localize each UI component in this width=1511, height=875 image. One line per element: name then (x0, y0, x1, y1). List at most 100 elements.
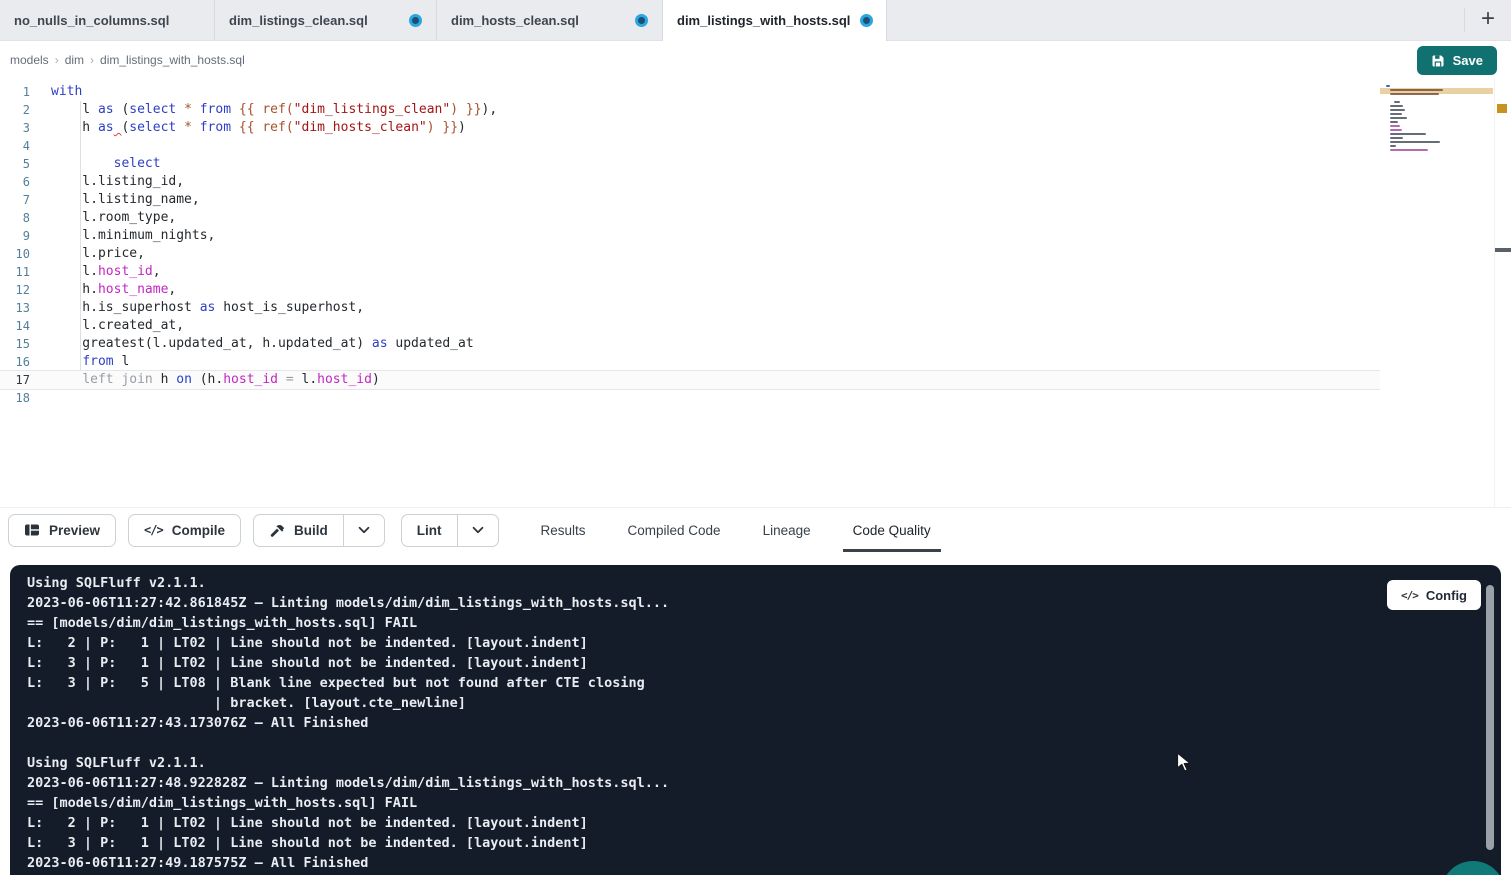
code-line[interactable]: 1 with (0, 83, 1511, 101)
minimap-line (1390, 141, 1440, 143)
code-line[interactable]: 12 h.host_name, (0, 281, 1511, 299)
minimap-line (1390, 113, 1402, 115)
minimap-line (1390, 89, 1443, 91)
minimap[interactable] (1386, 85, 1491, 175)
code-line[interactable]: 6 l.listing_id, (0, 173, 1511, 191)
preview-button[interactable]: Preview (8, 514, 116, 547)
code-text: h.host_name, (51, 281, 176, 299)
tab-label: dim_listings_with_hosts.sql (677, 13, 850, 28)
lint-button[interactable]: Lint (401, 514, 457, 547)
tab-no_nulls_in_columns[interactable]: no_nulls_in_columns.sql (0, 0, 215, 40)
lint-label: Lint (417, 523, 442, 538)
line-number: 9 (0, 227, 30, 245)
save-button[interactable]: Save (1417, 46, 1497, 75)
code-text: l.host_id, (51, 263, 161, 281)
code-line[interactable]: 4 (0, 137, 1511, 155)
tab-compiled-code[interactable]: Compiled Code (626, 508, 723, 552)
breadcrumb-item: models (10, 53, 49, 67)
code-line[interactable]: 10 l.price, (0, 245, 1511, 263)
preview-label: Preview (49, 523, 100, 538)
code-text: with (51, 83, 82, 101)
terminal-line: L: 3 | P: 5 | LT08 | Blank line expected… (27, 673, 1501, 693)
config-button[interactable]: </> Config (1387, 580, 1481, 610)
terminal-line: 2023-06-06T11:27:48.922828Z — Linting mo… (27, 773, 1501, 793)
save-label: Save (1453, 53, 1483, 68)
terminal-scrollbar[interactable] (1486, 585, 1494, 850)
code-line[interactable]: 5 select (0, 155, 1511, 173)
minimap-line (1394, 101, 1400, 103)
terminal-output: Using SQLFluff v2.1.1.2023-06-06T11:27:4… (10, 565, 1501, 873)
code-text: select (51, 155, 161, 173)
code-lines: 1 with2 l as (select * from {{ ref("dim_l… (0, 79, 1511, 407)
code-text: l.listing_id, (51, 173, 184, 191)
terminal-line: 2023-06-06T11:27:43.173076Z — All Finish… (27, 713, 1501, 733)
terminal-panel: Using SQLFluff v2.1.1.2023-06-06T11:27:4… (10, 565, 1501, 875)
build-label: Build (294, 523, 328, 538)
breadcrumb-item: dim (65, 53, 84, 67)
code-line[interactable]: 7 l.listing_name, (0, 191, 1511, 209)
code-line[interactable]: 3 h as (select * from {{ ref("dim_hosts_… (0, 119, 1511, 137)
line-number: 1 (0, 83, 30, 101)
code-line[interactable]: 15 greatest(l.updated_at, h.updated_at) … (0, 335, 1511, 353)
tab-code-quality[interactable]: Code Quality (851, 508, 933, 552)
panel-tabs: Results Compiled Code Lineage Code Quality (539, 508, 933, 552)
tab-label: dim_listings_clean.sql (229, 13, 368, 28)
code-text: left join h on (h.host_id = l.host_id) (51, 371, 380, 389)
minimap-line (1390, 133, 1426, 135)
unsaved-changes-icon (860, 14, 873, 27)
code-line[interactable]: 18 (0, 389, 1511, 407)
minimap-line (1390, 145, 1396, 147)
lint-dropdown-button[interactable] (457, 514, 499, 547)
code-line[interactable]: 11 l.host_id, (0, 263, 1511, 281)
line-number: 17 (0, 371, 30, 389)
code-text: l.room_type, (51, 209, 176, 227)
minimap-line (1390, 117, 1407, 119)
line-number: 12 (0, 281, 30, 299)
terminal-line: L: 3 | P: 1 | LT02 | Line should not be … (27, 653, 1501, 673)
build-dropdown-button[interactable] (343, 514, 385, 547)
dbt-ide-window: no_nulls_in_columns.sql dim_listings_clea… (0, 0, 1511, 875)
tab-lineage[interactable]: Lineage (761, 508, 813, 552)
line-number: 11 (0, 263, 30, 281)
tab-strip: no_nulls_in_columns.sql dim_listings_clea… (0, 0, 887, 40)
terminal-line: 2023-06-06T11:27:49.187575Z — All Finish… (27, 853, 1501, 873)
breadcrumb: models›dim›dim_listings_with_hosts.sql (10, 53, 245, 67)
line-number: 5 (0, 155, 30, 173)
tab-label: no_nulls_in_columns.sql (14, 13, 169, 28)
code-line[interactable]: 2 l as (select * from {{ ref("dim_listin… (0, 101, 1511, 119)
code-line[interactable]: 16 from l (0, 353, 1511, 371)
code-line[interactable]: 8 l.room_type, (0, 209, 1511, 227)
code-text: l.price, (51, 245, 145, 263)
terminal-line: Using SQLFluff v2.1.1. (27, 753, 1501, 773)
line-number: 3 (0, 119, 30, 137)
minimap-line (1390, 149, 1428, 151)
terminal-line: L: 2 | P: 1 | LT02 | Line should not be … (27, 813, 1501, 833)
code-line[interactable]: 14 l.created_at, (0, 317, 1511, 335)
minimap-line (1390, 125, 1400, 127)
tab-results[interactable]: Results (539, 508, 588, 552)
tab-dim_listings_with_hosts[interactable]: dim_listings_with_hosts.sql (663, 0, 887, 41)
code-brackets-icon: </> (1401, 589, 1418, 602)
lint-split-button: Lint (401, 514, 499, 547)
terminal-line: L: 3 | P: 1 | LT02 | Line should not be … (27, 833, 1501, 853)
terminal-line: == [models/dim/dim_listings_with_hosts.s… (27, 793, 1501, 813)
new-tab-button[interactable]: + (1465, 0, 1511, 40)
terminal-line (27, 733, 1501, 753)
line-number: 2 (0, 101, 30, 119)
code-editor[interactable]: 1 with2 l as (select * from {{ ref("dim_l… (0, 79, 1511, 508)
build-button[interactable]: Build (253, 514, 343, 547)
breadcrumb-bar: models›dim›dim_listings_with_hosts.sql S… (0, 41, 1511, 79)
code-line[interactable]: 17 left join h on (h.host_id = l.host_id… (0, 371, 1380, 389)
tabbar-spacer (887, 0, 1464, 40)
build-split-button: Build (253, 514, 385, 547)
tab-dim_listings_clean[interactable]: dim_listings_clean.sql (215, 0, 437, 40)
code-line[interactable]: 9 l.minimum_nights, (0, 227, 1511, 245)
tab-dim_hosts_clean[interactable]: dim_hosts_clean.sql (437, 0, 663, 40)
line-number: 6 (0, 173, 30, 191)
code-line[interactable]: 13 h.is_superhost as host_is_superhost, (0, 299, 1511, 317)
terminal-line: == [models/dim/dim_listings_with_hosts.s… (27, 613, 1501, 633)
code-text: from l (51, 353, 129, 371)
line-number: 14 (0, 317, 30, 335)
minimap-line (1390, 129, 1402, 131)
compile-button[interactable]: </> Compile (128, 514, 241, 547)
